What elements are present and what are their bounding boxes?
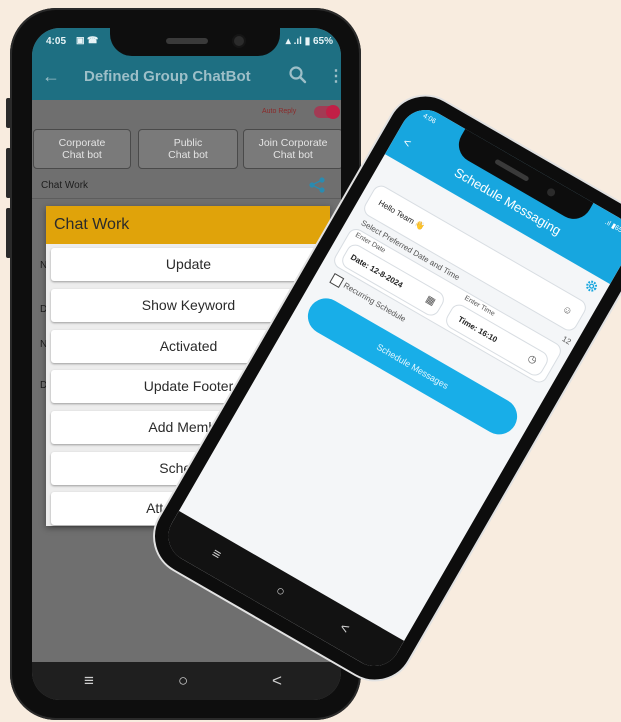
recent-apps-icon[interactable]: ≡	[84, 671, 94, 691]
toolbar-title: Defined Group ChatBot	[84, 68, 251, 85]
front-camera	[234, 36, 244, 46]
category-label: Public	[173, 137, 203, 149]
power-button	[6, 208, 11, 258]
date-value: Date: 12-8-2024	[348, 252, 405, 290]
search-icon[interactable]	[288, 65, 308, 85]
divider	[32, 198, 341, 199]
home-icon[interactable]: ○	[178, 671, 188, 691]
speaker-grill	[494, 158, 530, 182]
category-label: Chat bot	[273, 149, 313, 161]
back-arrow-icon[interactable]: ←	[42, 66, 60, 87]
share-icon[interactable]	[308, 176, 326, 194]
message-text: Hello Team 👋	[376, 198, 427, 233]
speaker-grill	[166, 38, 208, 44]
phone-notch	[110, 26, 280, 56]
calendar-icon[interactable]: ▦	[423, 294, 437, 308]
menu-item-update[interactable]: Update	[51, 248, 326, 281]
category-join-corporate-button[interactable]: Join Corporate Chat bot	[243, 129, 341, 169]
recent-apps-icon[interactable]: ≡	[209, 545, 224, 563]
app-toolbar: ← Defined Group ChatBot ⋮	[32, 54, 341, 100]
category-public-button[interactable]: Public Chat bot	[138, 129, 238, 169]
volume-button	[6, 98, 11, 128]
category-label: Chat bot	[62, 149, 102, 161]
notification-icon: ▣ ☎	[76, 35, 99, 45]
front-camera	[545, 186, 557, 198]
clock-icon[interactable]: ◷	[526, 353, 539, 367]
time-value: Time: 16:10	[456, 314, 499, 345]
time-field[interactable]: Time: 16:10 ◷	[442, 301, 552, 379]
auto-reply-toggle[interactable]	[314, 105, 340, 119]
auto-reply-label: Auto Reply	[262, 108, 297, 115]
dialog-title: Chat Work	[46, 206, 330, 244]
category-label: Join Corporate	[258, 137, 328, 149]
home-icon[interactable]: ○	[273, 582, 288, 600]
status-time: 4:05	[46, 36, 67, 47]
navigation-bar: ≡ ○ <	[32, 662, 341, 700]
side-number: 12	[560, 334, 573, 347]
status-indicators: .ıl ▮65%	[603, 218, 621, 238]
nav-back-icon[interactable]: <	[337, 619, 352, 637]
emoji-icon[interactable]: ☺	[560, 303, 574, 318]
settings-gear-icon[interactable]	[582, 277, 601, 296]
status-indicators: ▴ .ıl ▮ 65%	[285, 36, 333, 47]
category-corporate-button[interactable]: Corporate Chat bot	[33, 129, 131, 169]
status-time: 4:06	[421, 112, 437, 126]
volume-button	[6, 148, 11, 198]
category-label: Chat bot	[168, 149, 208, 161]
list-item-title: Chat Work	[41, 180, 89, 191]
category-label: Corporate	[58, 137, 106, 149]
overflow-menu-icon[interactable]: ⋮	[328, 66, 341, 86]
nav-back-icon[interactable]: <	[272, 671, 282, 691]
